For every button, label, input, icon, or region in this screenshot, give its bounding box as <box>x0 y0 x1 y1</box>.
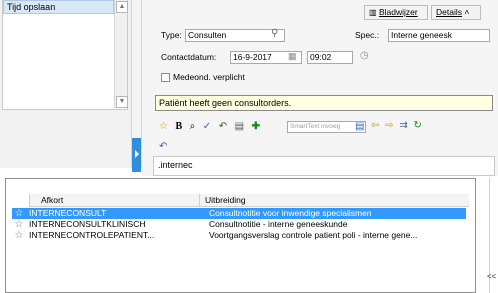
suggestion-row[interactable]: ☆ INTERNECONSULT Consultnotitie voor inw… <box>12 208 466 219</box>
bookmark-icon: ▥ <box>369 8 377 17</box>
find-icon[interactable]: ⌕ <box>190 121 196 133</box>
toolbar-right-group: ⇦ ⇨ ⇉ ↻ <box>371 120 422 131</box>
suggestion-abbr: INTERNECONSULT <box>29 208 107 218</box>
time-value: 09:02 <box>310 52 332 62</box>
afkort-column-header[interactable]: Afkort <box>41 194 63 206</box>
spellcheck-icon[interactable]: ✓ <box>203 121 211 133</box>
suggestion-expansion: Consultnotitie voor inwendige specialism… <box>209 208 372 218</box>
smarttext-placeholder: SmartText invoeg <box>290 123 341 130</box>
chevron-right-icon <box>135 150 139 158</box>
right-side-strip: << <box>487 178 498 293</box>
arrow-right-icon[interactable]: ⇨ <box>385 120 393 131</box>
details-button[interactable]: Details ˄ <box>431 5 481 20</box>
note-text-area[interactable]: .internec <box>153 156 495 176</box>
add-icon[interactable]: ✚ <box>252 121 260 133</box>
calendar-icon[interactable]: ▦ <box>288 51 297 62</box>
left-list-scrollbar[interactable]: ▲ ▼ <box>114 0 128 108</box>
insert-table-icon[interactable]: ▤ <box>235 121 244 133</box>
refresh-icon[interactable]: ↻ <box>414 120 422 131</box>
warning-banner: Patiënt heeft geen consultorders. <box>155 95 493 111</box>
medeond-verplicht-checkbox[interactable] <box>161 73 170 82</box>
left-panel: Tijd opslaan ▲ ▼ <box>0 0 131 168</box>
suggestion-expansion: Consultnotitie - interne geneeskunde <box>209 219 348 229</box>
merge-icon[interactable]: ⇉ <box>399 120 407 131</box>
suggestion-row[interactable]: ☆ INTERNECONTROLEPATIENT... Voortgangsve… <box>12 230 466 241</box>
details-label: Details <box>436 7 462 17</box>
suggestion-abbr: INTERNECONSULTKLINISCH <box>29 219 146 229</box>
search-icon[interactable]: ⚲ <box>271 28 278 39</box>
editor-toolbar: ☆ B ⌕ ✓ ↶ ▤ ✚ <box>159 121 265 135</box>
type-field[interactable]: Consulten <box>185 29 285 42</box>
smarttext-browse-icon[interactable]: ▤ <box>355 121 364 132</box>
chevron-up-icon: ˄ <box>464 7 470 17</box>
spec-value: Interne geneesk <box>391 30 452 40</box>
smartphrase-popup: Afkort Uitbreiding ☆ INTERNECONSULT Cons… <box>5 178 476 293</box>
suggestion-row[interactable]: ☆ INTERNECONSULTKLINISCH Consultnotitie … <box>12 219 466 230</box>
spec-label: Spec.: <box>355 30 380 40</box>
bladwijzer-button[interactable]: ▥ Bladwijzer <box>364 5 428 20</box>
star-icon[interactable]: ☆ <box>159 121 168 133</box>
bold-icon[interactable]: B <box>175 121 182 133</box>
time-field[interactable]: 09:02 <box>307 51 353 64</box>
list-item-tijd-opslaan[interactable]: Tijd opslaan <box>3 0 114 14</box>
undo-icon[interactable]: ↶ <box>219 121 227 133</box>
medeond-verplicht-label: Medeond. verplicht <box>173 72 245 82</box>
uitbreiding-column-header[interactable]: Uitbreiding <box>205 194 246 206</box>
contactdatum-value: 16-9-2017 <box>233 52 272 62</box>
scroll-up-icon[interactable]: ▲ <box>116 1 128 13</box>
splitter-toggle-button[interactable] <box>132 138 141 172</box>
popup-header: Afkort Uitbreiding <box>29 194 469 207</box>
type-value: Consulten <box>188 30 227 40</box>
note-editor-panel: ▥ Bladwijzer Details ˄ Type: Consulten ⚲… <box>142 0 498 176</box>
contactdatum-label: Contactdatum: <box>161 52 217 62</box>
favorite-star-icon[interactable]: ☆ <box>12 208 26 219</box>
note-text: .internec <box>158 160 193 170</box>
scroll-down-icon[interactable]: ▼ <box>116 96 128 108</box>
arrow-left-icon[interactable]: ⇦ <box>371 120 379 131</box>
favorite-star-icon[interactable]: ☆ <box>12 230 26 241</box>
suggestion-expansion: Voortgangsverslag controle patient poli … <box>209 230 418 240</box>
history-icon[interactable]: ↶ <box>159 141 167 152</box>
favorite-star-icon[interactable]: ☆ <box>12 219 26 230</box>
left-list: Tijd opslaan ▲ ▼ <box>2 0 128 110</box>
type-label: Type: <box>161 30 182 40</box>
clock-icon[interactable]: ◷ <box>360 50 369 61</box>
bladwijzer-label: Bladwijzer <box>378 7 418 17</box>
collapse-arrows-icon[interactable]: << <box>487 272 496 281</box>
suggestion-abbr: INTERNECONTROLEPATIENT... <box>29 230 155 240</box>
spec-field[interactable]: Interne geneesk <box>388 29 490 42</box>
panel-splitter[interactable] <box>131 0 142 172</box>
